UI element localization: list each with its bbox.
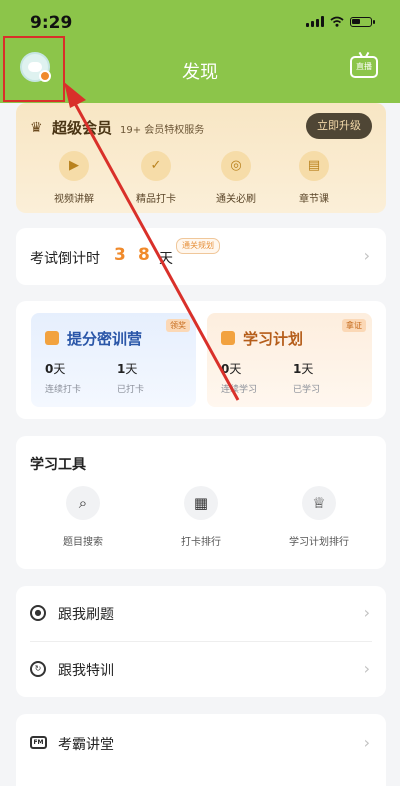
tools-title: 学习工具 xyxy=(30,457,86,473)
play-icon: ▶ xyxy=(59,151,89,181)
vip-feature-must[interactable]: ◎ 通关必刷 xyxy=(200,151,272,205)
chevron-right-icon: › xyxy=(363,733,370,752)
camp-title: 提分密训营 xyxy=(67,330,143,348)
list-item-training[interactable]: ↻ 跟我特训 › xyxy=(16,642,386,697)
camp-stat-label: 已打卡 xyxy=(117,385,145,395)
vip-subtitle: 19+ 会员特权服务 xyxy=(120,125,205,136)
status-time: 9:29 xyxy=(30,13,73,33)
camp-stat: 1天 xyxy=(117,360,137,377)
calendar-icon xyxy=(45,331,59,345)
list-item-practice[interactable]: ● 跟我刷题 › xyxy=(16,586,386,642)
practice-list: ● 跟我刷题 › ↻ 跟我特训 › xyxy=(16,586,386,697)
target-icon: ◎ xyxy=(221,151,251,181)
fm-icon: FM xyxy=(30,736,47,749)
camp-stat-unit: 天 xyxy=(53,362,66,376)
countdown-label: 考试倒计时 xyxy=(30,251,100,267)
vip-feature-video[interactable]: ▶ 视频讲解 xyxy=(38,151,110,205)
camps-card: 提分密训营 领奖 0天 1天 连续打卡 已打卡 学习计划 拿证 0天 1天 连续… xyxy=(16,301,386,419)
book-icon: ▤ xyxy=(299,151,329,181)
chevron-right-icon: › xyxy=(363,246,370,265)
vip-card[interactable]: ♛ 超级会员 19+ 会员特权服务 立即升级 ▶ 视频讲解 ✓ 精品打卡 ◎ 通… xyxy=(16,103,386,213)
app-header: 9:29 发现 直播 xyxy=(0,0,400,103)
camp-stat: 0天 xyxy=(45,360,65,377)
tool-question-search[interactable]: ⌕ 题目搜索 xyxy=(28,486,138,548)
vip-feature-checkin[interactable]: ✓ 精品打卡 xyxy=(120,151,192,205)
study-plan-card[interactable]: 学习计划 拿证 0天 1天 连续学习 已学习 xyxy=(207,313,372,407)
camp-tag: 领奖 xyxy=(166,319,190,332)
search-list-icon: ⌕ xyxy=(66,486,100,520)
chevron-right-icon: › xyxy=(363,603,370,622)
check-icon: ✓ xyxy=(141,151,171,181)
list-item-lecture[interactable]: FM 考霸讲堂 › xyxy=(16,714,386,769)
tool-label: 题目搜索 xyxy=(63,537,103,548)
exam-countdown-row[interactable]: 考试倒计时 3 8 天 通关规划 › xyxy=(16,228,386,285)
wifi-icon xyxy=(330,16,344,27)
countdown-digit: 3 xyxy=(114,245,126,265)
countdown-digit: 8 xyxy=(138,245,150,265)
chevron-right-icon: › xyxy=(363,659,370,678)
camp-stat: 0天 xyxy=(221,360,241,377)
live-button[interactable]: 直播 xyxy=(350,56,378,78)
vip-feature-label: 章节课 xyxy=(299,194,329,205)
vip-feature-label: 精品打卡 xyxy=(136,194,176,205)
vip-feature-label: 通关必刷 xyxy=(216,194,256,205)
countdown-unit: 天 xyxy=(159,251,173,267)
battery-icon xyxy=(350,16,375,27)
camp-stat-label: 连续打卡 xyxy=(45,385,82,395)
tool-plan-rank[interactable]: ♕ 学习计划排行 xyxy=(264,486,374,548)
study-tools-card: 学习工具 ⌕ 题目搜索 ▦ 打卡排行 ♕ 学习计划排行 xyxy=(16,436,386,569)
camp-stat-unit: 天 xyxy=(125,362,138,376)
upgrade-button[interactable]: 立即升级 xyxy=(306,113,372,139)
list-item-label: 跟我刷题 xyxy=(58,607,114,623)
score-camp-card[interactable]: 提分密训营 领奖 0天 1天 连续打卡 已打卡 xyxy=(31,313,196,407)
tool-label: 学习计划排行 xyxy=(289,537,349,548)
status-icons xyxy=(306,16,375,27)
signal-icon xyxy=(306,16,324,27)
refresh-icon: ↻ xyxy=(30,661,46,677)
camp-stat-unit: 天 xyxy=(301,362,314,376)
live-button-label: 直播 xyxy=(356,62,372,71)
camp-title: 学习计划 xyxy=(243,330,304,348)
vip-feature-chapter[interactable]: ▤ 章节课 xyxy=(278,151,350,205)
list-item-label: 跟我特训 xyxy=(58,663,114,679)
calendar-icon xyxy=(221,331,235,345)
camp-stat-label: 连续学习 xyxy=(221,385,258,395)
target-icon: ● xyxy=(30,605,46,621)
tool-checkin-rank[interactable]: ▦ 打卡排行 xyxy=(146,486,256,548)
list-item-label: 考霸讲堂 xyxy=(58,737,114,753)
countdown-tag[interactable]: 通关规划 xyxy=(176,238,220,254)
camp-stat-unit: 天 xyxy=(229,362,242,376)
vip-title: 超级会员 xyxy=(52,119,113,137)
camp-stat-label: 已学习 xyxy=(293,385,321,395)
page-title: 发现 xyxy=(182,62,218,83)
camp-tag: 拿证 xyxy=(342,319,366,332)
crown-icon: ♛ xyxy=(30,120,43,136)
lecture-list: FM 考霸讲堂 › xyxy=(16,714,386,786)
tool-label: 打卡排行 xyxy=(181,537,221,548)
calendar-chart-icon: ▦ xyxy=(184,486,218,520)
trophy-icon: ♕ xyxy=(302,486,336,520)
camp-stat: 1天 xyxy=(293,360,313,377)
vip-feature-label: 视频讲解 xyxy=(54,194,94,205)
